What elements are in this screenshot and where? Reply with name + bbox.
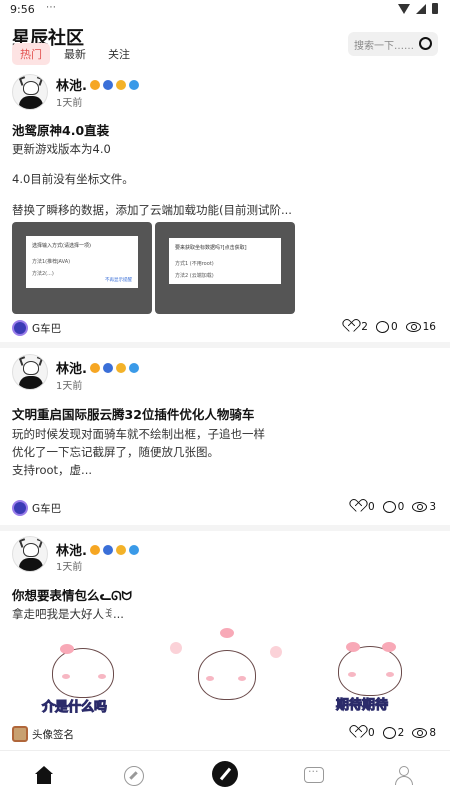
sticker-caption: 期待期待	[335, 698, 389, 714]
search-icon[interactable]	[419, 37, 432, 50]
battery-icon	[432, 3, 438, 14]
circle-name[interactable]: G车巴	[32, 321, 61, 336]
feed-tabs: 热门 最新 关注	[12, 43, 138, 65]
post-title[interactable]: 池鸳原神4.0直装	[12, 120, 109, 139]
search-box[interactable]: 搜索一下……	[348, 32, 438, 56]
heart-icon	[352, 726, 366, 739]
heart-icon	[352, 500, 366, 513]
post-text-line: 支持root，虚...	[12, 463, 93, 477]
verified-badge-icon	[128, 544, 139, 555]
level-badge-icon	[89, 544, 100, 555]
medal-badge-icon	[115, 544, 126, 555]
heart-icon	[345, 320, 359, 333]
level-badge-icon	[89, 79, 100, 90]
post-text-line: 玩的时候发现对面骑车就不绘制出框，子追也一样	[12, 427, 265, 441]
views-count: 8	[412, 727, 436, 739]
comment-button[interactable]: 2	[382, 726, 404, 739]
post-time: 1天前	[56, 381, 83, 392]
divider	[0, 342, 450, 348]
post-title[interactable]: 文明重启国际服云腾32位插件优化人物骑车	[12, 404, 254, 423]
like-button[interactable]: 2	[345, 320, 368, 333]
clock: 9:56	[10, 3, 35, 16]
comment-button[interactable]: 0	[382, 500, 404, 513]
comment-icon	[375, 320, 389, 333]
post-text-line: 替换了瞬移的数据，添加了云端加载功能(目前测试阶...	[12, 203, 292, 217]
medal-badge-icon	[115, 362, 126, 373]
sticker-image	[162, 628, 292, 718]
post-image[interactable]: 要来获取坐标数据吗?[点击获取] 方式1 (不用root) 方法2 (云端加载)	[155, 222, 295, 314]
circle-name[interactable]: G车巴	[32, 501, 61, 516]
home-icon[interactable]	[34, 766, 54, 786]
post-time: 1天前	[56, 98, 83, 109]
member-badge-icon	[102, 544, 113, 555]
views-count: 16	[405, 321, 436, 333]
avatar[interactable]	[12, 354, 48, 390]
circle-logo-icon[interactable]	[12, 500, 28, 516]
post-image[interactable]: 介是什么吗 期待期待	[12, 628, 438, 718]
post-card[interactable]: 林池. 1天前 池鸳原神4.0直装 更新游戏版本为4.0 4.0目前没有坐标文件…	[0, 70, 450, 342]
post-title[interactable]: 你想要表情包么ᓚᘏᗢ	[12, 585, 132, 604]
post-card[interactable]: 林池. 1天前 你想要表情包么ᓚᘏᗢ 拿走吧我是大好人ꉂ... 介是什么吗 期待…	[0, 532, 450, 747]
profile-icon[interactable]	[394, 766, 414, 786]
sticker-image: 期待期待	[308, 628, 438, 718]
post-footer: G车巴 2 0 16	[0, 320, 450, 340]
like-button[interactable]: 0	[352, 726, 375, 739]
views-count: 3	[412, 501, 436, 513]
author-name[interactable]: 林池.	[56, 358, 139, 377]
comment-button[interactable]: 0	[375, 320, 398, 333]
system-icons	[398, 3, 438, 14]
eye-icon	[412, 501, 428, 512]
circle-logo-icon[interactable]	[12, 320, 28, 336]
verified-badge-icon	[128, 362, 139, 373]
post-footer: G车巴 0 0 3	[0, 500, 450, 520]
eye-icon	[405, 321, 421, 332]
level-badge-icon	[89, 362, 100, 373]
divider	[0, 525, 450, 531]
author-name[interactable]: 林池.	[56, 540, 139, 559]
eye-icon	[412, 727, 428, 738]
author-name[interactable]: 林池.	[56, 75, 139, 94]
post-card[interactable]: 林池. 1天前 文明重启国际服云腾32位插件优化人物骑车 玩的时候发现对面骑车就…	[0, 350, 450, 525]
compose-pen-icon[interactable]	[212, 761, 238, 787]
avatar[interactable]	[12, 536, 48, 572]
dialog-screenshot: 选择输入方式(请选择一项) 方法1(推荐JAVA) 方法2(...) 不再显示提…	[26, 236, 138, 288]
tab-latest[interactable]: 最新	[56, 43, 94, 65]
notification-dots-icon: ⋯	[46, 2, 57, 13]
post-stats: 2 0 16	[345, 320, 436, 333]
post-time: 1天前	[56, 562, 83, 573]
post-text-line: 更新游戏版本为4.0	[12, 142, 111, 156]
member-badge-icon	[102, 362, 113, 373]
post-text-line: 优化了一下忘记截屏了，随便放几张图。	[12, 445, 219, 459]
search-placeholder: 搜索一下……	[354, 41, 414, 52]
wifi-icon	[398, 3, 410, 14]
sticker-image: 介是什么吗	[12, 628, 152, 718]
post-text-line: 4.0目前没有坐标文件。	[12, 172, 134, 186]
compass-icon[interactable]	[124, 766, 144, 786]
member-badge-icon	[102, 79, 113, 90]
post-stats: 0 2 8	[352, 726, 436, 739]
avatar[interactable]	[12, 74, 48, 110]
verified-badge-icon	[128, 79, 139, 90]
post-text-line: 拿走吧我是大好人ꉂ...	[12, 607, 124, 621]
medal-badge-icon	[115, 79, 126, 90]
circle-logo-icon[interactable]	[12, 726, 28, 742]
tab-hot[interactable]: 热门	[12, 43, 50, 65]
app-header: 星辰社区 热门 最新 关注 搜索一下……	[0, 20, 450, 70]
post-footer: 头像签名 0 2 8	[0, 726, 450, 746]
message-icon[interactable]	[304, 765, 324, 783]
dialog-screenshot: 要来获取坐标数据吗?[点击获取] 方式1 (不用root) 方法2 (云端加载)	[169, 238, 281, 284]
circle-name[interactable]: 头像签名	[32, 727, 74, 742]
status-bar: 9:56 ⋯	[0, 0, 450, 20]
signal-icon	[416, 3, 426, 14]
comment-icon	[382, 726, 396, 739]
like-button[interactable]: 0	[352, 500, 375, 513]
comment-icon	[382, 500, 396, 513]
post-stats: 0 0 3	[352, 500, 436, 513]
post-image[interactable]: 选择输入方式(请选择一项) 方法1(推荐JAVA) 方法2(...) 不再显示提…	[12, 222, 152, 314]
tab-following[interactable]: 关注	[100, 43, 138, 65]
bottom-nav	[0, 750, 450, 800]
sticker-caption: 介是什么吗	[41, 700, 108, 716]
